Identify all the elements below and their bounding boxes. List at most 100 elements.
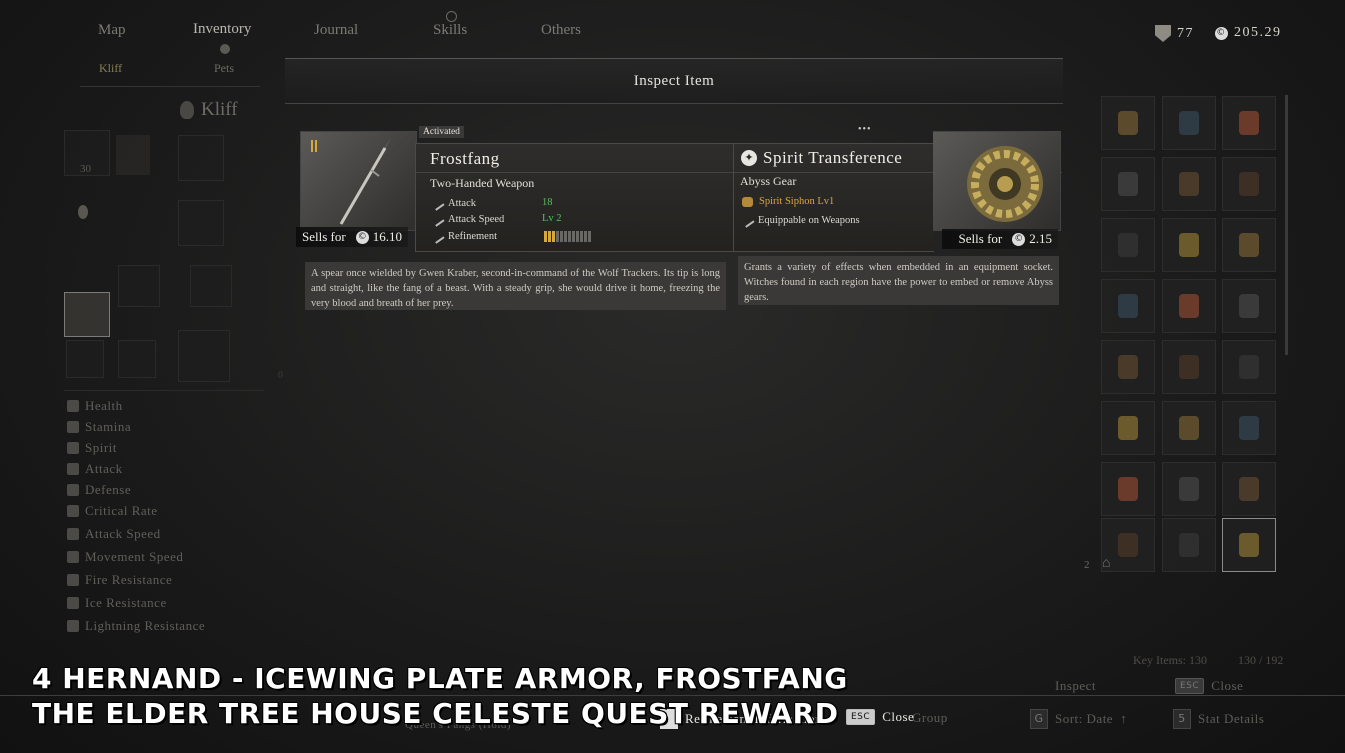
video-caption-line-1: 4 HERNAND - ICEWING PLATE ARMOR, FROSTFA… <box>32 662 848 695</box>
pager-dots[interactable]: ••• <box>858 124 872 135</box>
stamina-icon <box>67 421 79 433</box>
item-thumbnail-icon <box>1118 533 1138 557</box>
frostfang-name: Frostfang <box>430 149 500 168</box>
critical-icon <box>67 505 79 517</box>
item-thumbnail-icon <box>1239 294 1259 318</box>
stat-details-action-dim[interactable]: 5 Stat Details <box>1173 709 1264 729</box>
inventory-slot[interactable] <box>1162 157 1216 211</box>
equip-slot[interactable] <box>178 330 230 382</box>
attack-speed-value: Lv 2 <box>542 213 562 224</box>
tier-marker-icon <box>311 140 317 152</box>
stats-divider <box>64 390 264 391</box>
equip-slot[interactable] <box>178 200 224 246</box>
coin-icon: © <box>1215 26 1228 40</box>
gear-line-equippable: Equippable on Weapons <box>739 212 860 228</box>
item-thumbnail-icon <box>1179 416 1199 440</box>
refinement-segment <box>568 231 571 242</box>
inventory-slot[interactable] <box>1101 340 1155 394</box>
inventory-slot[interactable] <box>1222 401 1276 455</box>
inventory-slot[interactable] <box>1162 401 1216 455</box>
gear-name: Spirit Transference <box>763 148 903 167</box>
inventory-slot[interactable] <box>1162 218 1216 272</box>
inventory-slot[interactable] <box>1222 157 1276 211</box>
item-thumbnail-icon <box>1118 477 1138 501</box>
equip-slot[interactable] <box>116 135 150 175</box>
selected-inventory-slot[interactable] <box>1222 518 1276 572</box>
item-thumbnail-icon <box>1179 111 1199 135</box>
coin-icon: © <box>1012 232 1026 246</box>
inventory-slot[interactable] <box>1101 96 1155 150</box>
abyss-gear-icon: ✦ <box>741 150 757 166</box>
character-portrait-icon <box>180 101 194 119</box>
tab-others[interactable]: Others <box>541 22 581 39</box>
frostfang-info: Frostfang Two-Handed Weapon Attack 18 At… <box>415 143 735 252</box>
subtab-kliff[interactable]: Kliff <box>99 61 122 76</box>
close-action[interactable]: ESC Close <box>846 709 914 725</box>
item-thumbnail-icon <box>1239 533 1259 557</box>
gear-info: ✦ Spirit Transference Abyss Gear Spirit … <box>733 143 1062 252</box>
stat-attack: Attack <box>67 461 123 477</box>
contribution-currency: 77 <box>1155 25 1194 42</box>
attack-speed-icon <box>67 528 79 540</box>
refinement-icon <box>429 228 445 244</box>
item-thumbnail-icon <box>1179 233 1199 257</box>
stat-spirit: Spirit <box>67 440 117 456</box>
equip-slot[interactable] <box>190 265 232 307</box>
item-thumbnail-icon <box>1118 233 1138 257</box>
inventory-slot[interactable] <box>1222 279 1276 333</box>
attack-value: 18 <box>542 197 553 208</box>
equip-slot[interactable] <box>118 340 156 378</box>
skills-notification-icon <box>446 11 457 22</box>
inventory-slot[interactable] <box>1162 279 1216 333</box>
frostfang-description: A spear once wielded by Gwen Kraber, sec… <box>305 262 726 310</box>
equip-slot[interactable] <box>118 265 160 307</box>
character-name: Kliff <box>201 99 238 120</box>
stat-row-refinement: Refinement <box>429 228 497 244</box>
weapon-icon <box>739 212 755 228</box>
inventory-slot[interactable] <box>1162 96 1216 150</box>
refinement-bar <box>544 231 591 242</box>
equip-slot[interactable] <box>66 340 104 378</box>
sword-icon <box>67 463 79 475</box>
subtab-pets[interactable]: Pets <box>214 61 234 76</box>
sort-action-dim[interactable]: G Sort: Date ↑ <box>1030 709 1127 729</box>
equip-slot[interactable] <box>178 135 224 181</box>
item-thumbnail-icon <box>1179 294 1199 318</box>
inventory-slot[interactable] <box>1222 340 1276 394</box>
refinement-segment <box>576 231 579 242</box>
inventory-slot[interactable] <box>1162 518 1216 572</box>
selected-equip-slot[interactable] <box>64 292 110 337</box>
tab-journal[interactable]: Journal <box>314 22 358 39</box>
item-thumbnail-icon <box>1118 111 1138 135</box>
inventory-slot[interactable] <box>1101 279 1155 333</box>
inspect-action-dim[interactable]: Inspect <box>1055 678 1096 694</box>
coin-value: 205.29 <box>1234 25 1282 40</box>
inventory-slot[interactable] <box>1222 462 1276 516</box>
close-action-dim[interactable]: ESC Close <box>1175 678 1243 694</box>
stat-health: Health <box>67 398 123 414</box>
item-thumbnail-icon <box>1239 355 1259 379</box>
g-key-icon: G <box>1030 709 1048 729</box>
ring-icon <box>78 205 88 219</box>
inventory-slot[interactable] <box>1162 340 1216 394</box>
tab-map[interactable]: Map <box>98 22 126 39</box>
inventory-slot[interactable] <box>1101 218 1155 272</box>
inventory-slot[interactable] <box>1101 157 1155 211</box>
tab-inventory[interactable]: Inventory <box>193 21 251 38</box>
inventory-slot[interactable] <box>1101 401 1155 455</box>
item-thumbnail-icon <box>1179 533 1199 557</box>
gear-line-spirit-siphon: Spirit Siphon Lv1 <box>742 196 834 207</box>
inventory-scrollbar[interactable] <box>1285 95 1288 355</box>
inventory-slot[interactable] <box>1101 462 1155 516</box>
stat-critical-rate: Critical Rate <box>67 503 158 519</box>
refinement-segment <box>584 231 587 242</box>
tab-skills[interactable]: Skills <box>433 22 467 39</box>
group-action-dim[interactable]: Group <box>912 710 948 726</box>
inventory-slot[interactable] <box>1162 462 1216 516</box>
inventory-slot[interactable] <box>1222 218 1276 272</box>
inventory-slot[interactable] <box>1222 96 1276 150</box>
frostfang-sell-price: Sells for © 16.10 <box>296 227 408 247</box>
refinement-segment <box>564 231 567 242</box>
item-thumbnail-icon <box>1179 355 1199 379</box>
boot-icon <box>67 551 79 563</box>
